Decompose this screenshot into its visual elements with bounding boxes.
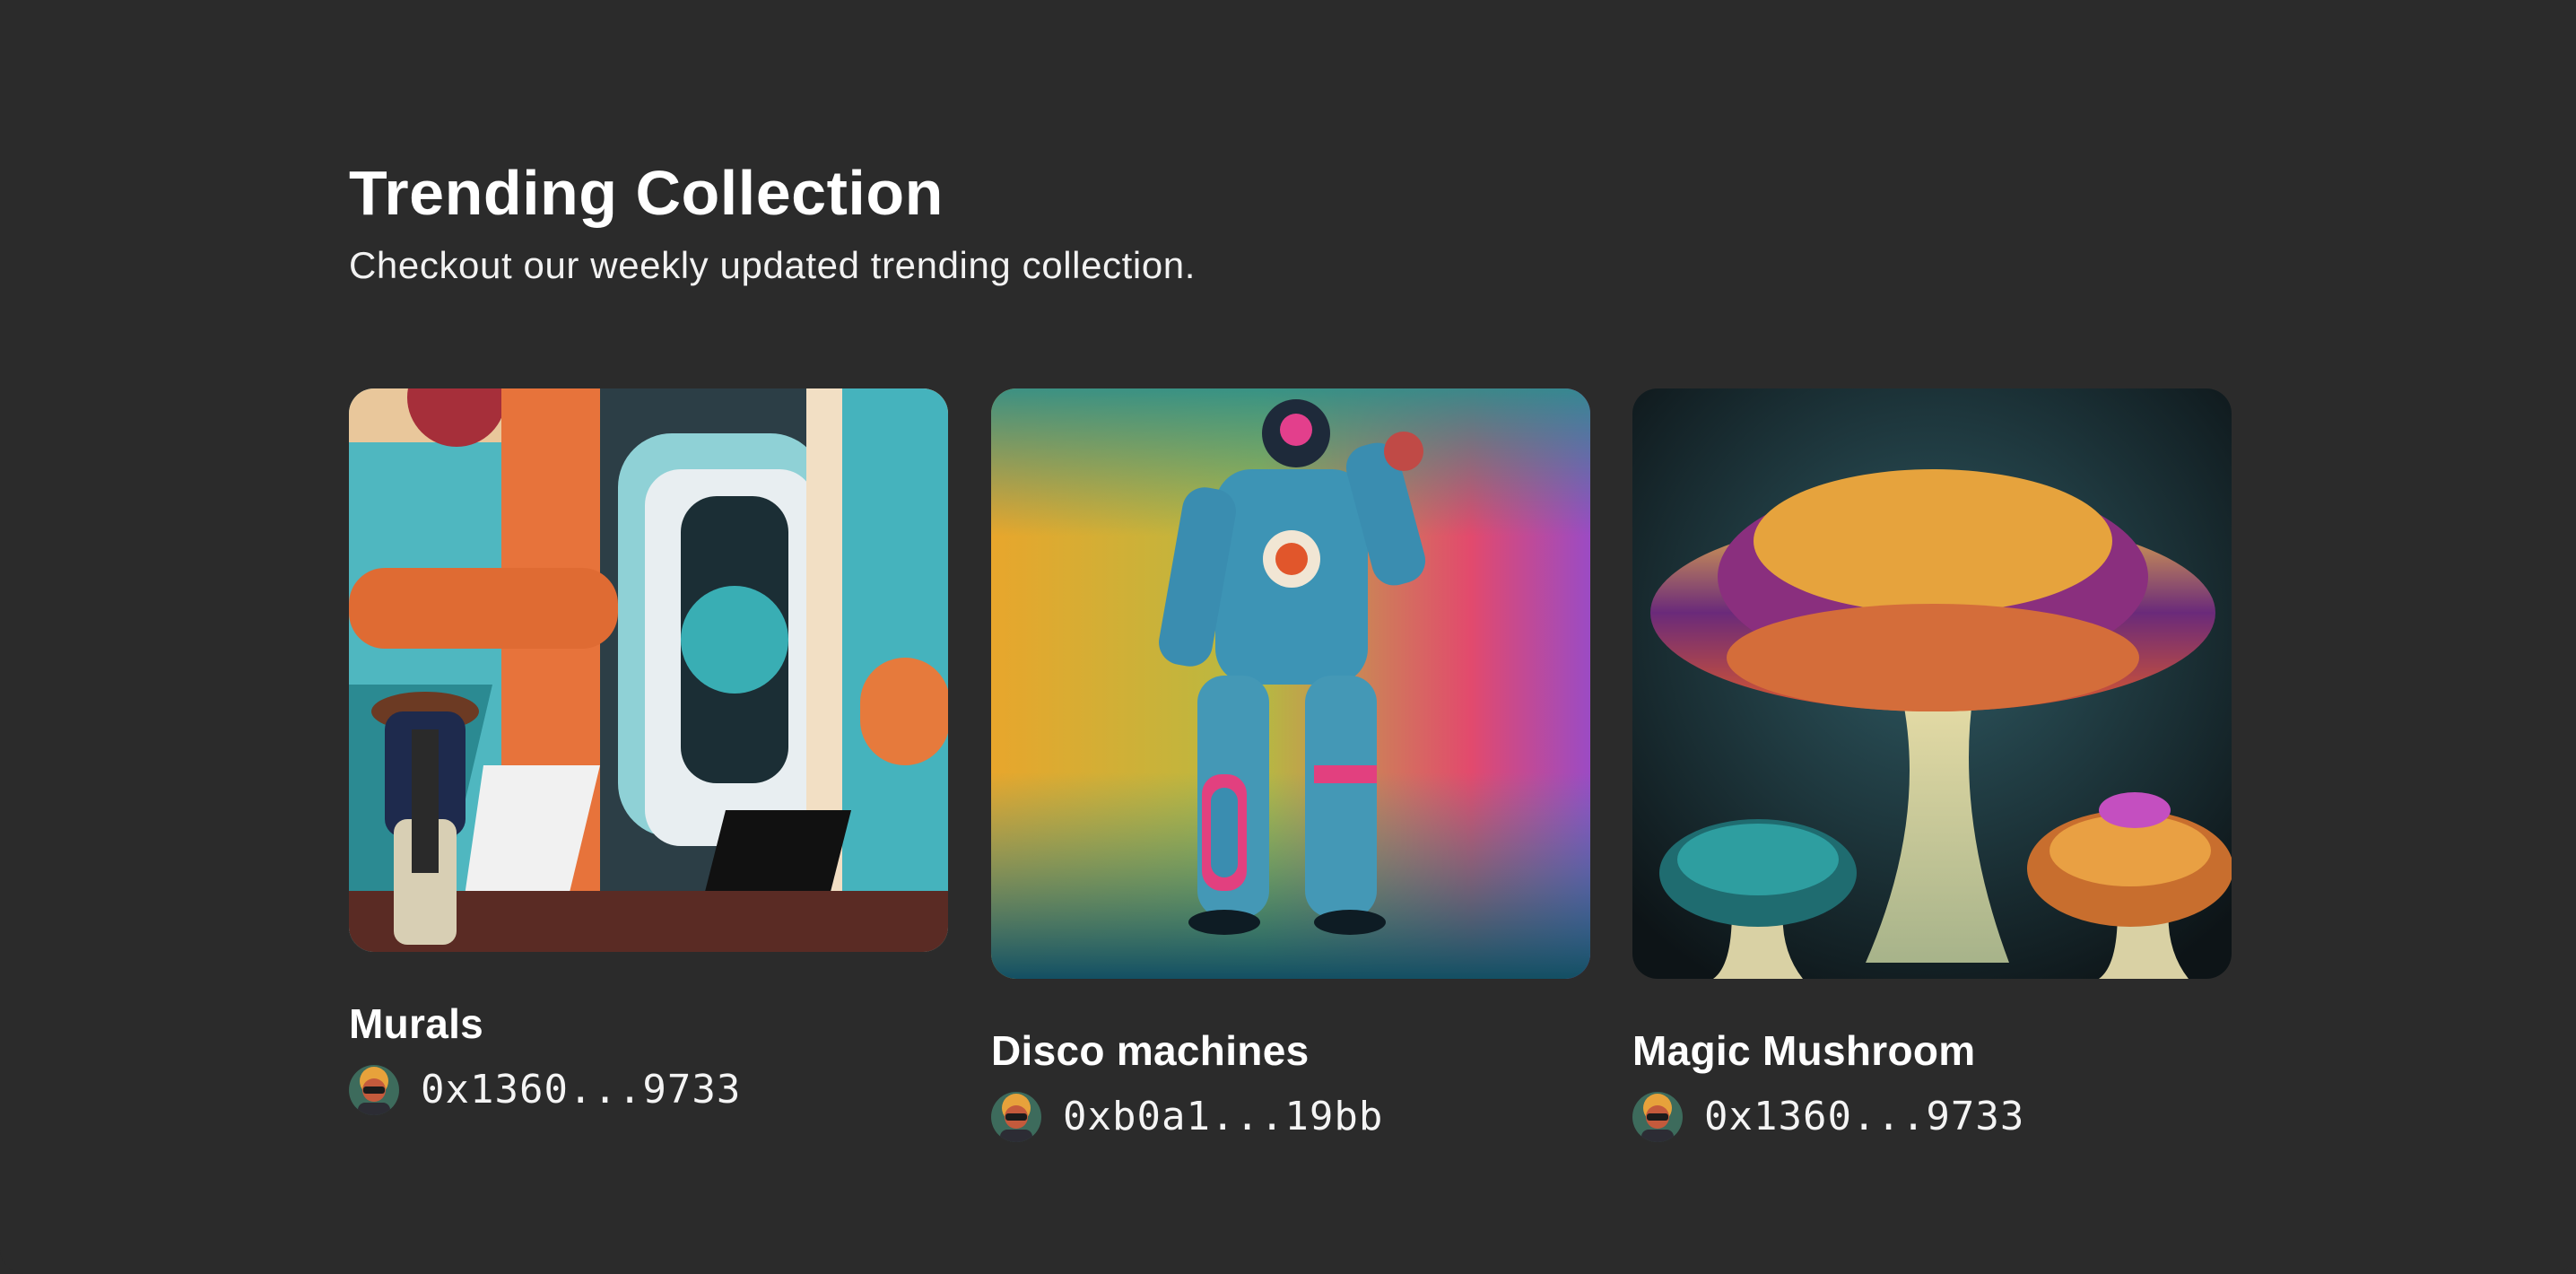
section-title: Trending Collection xyxy=(349,158,944,228)
collection-name[interactable]: Magic Mushroom xyxy=(1632,1024,2232,1078)
artist-info[interactable]: 0x1360...9733 xyxy=(1632,1092,2232,1142)
artist-avatar[interactable] xyxy=(1632,1092,1683,1142)
collection-card-murals[interactable]: Murals 0x1360...9733 xyxy=(349,388,948,1115)
artist-address: 0x1360...9733 xyxy=(421,1067,742,1113)
artist-avatar[interactable] xyxy=(349,1065,399,1115)
artist-address: 0xb0a1...19bb xyxy=(1063,1094,1384,1139)
page-frame: Trending Collection Checkout our weekly … xyxy=(0,0,2576,1274)
mural-artwork-image[interactable] xyxy=(349,388,948,952)
collection-card-magic-mushroom[interactable]: Magic Mushroom 0x1360...9733 xyxy=(1632,388,2232,1142)
collection-card-disco-machines[interactable]: Disco machines 0xb0a1...19bb xyxy=(991,388,1590,1142)
collection-name[interactable]: Disco machines xyxy=(991,1024,1590,1078)
mushroom-artwork-image[interactable] xyxy=(1632,388,2232,979)
artist-avatar[interactable] xyxy=(991,1092,1041,1142)
collection-name[interactable]: Murals xyxy=(349,997,948,1051)
astronaut-artwork-image[interactable] xyxy=(991,388,1590,979)
trending-collection-section: Trending Collection Checkout our weekly … xyxy=(349,153,2232,291)
artist-info[interactable]: 0xb0a1...19bb xyxy=(991,1092,1590,1142)
section-subtitle: Checkout our weekly updated trending col… xyxy=(349,244,1197,286)
artist-address: 0x1360...9733 xyxy=(1704,1094,2025,1139)
artist-info[interactable]: 0x1360...9733 xyxy=(349,1065,948,1115)
